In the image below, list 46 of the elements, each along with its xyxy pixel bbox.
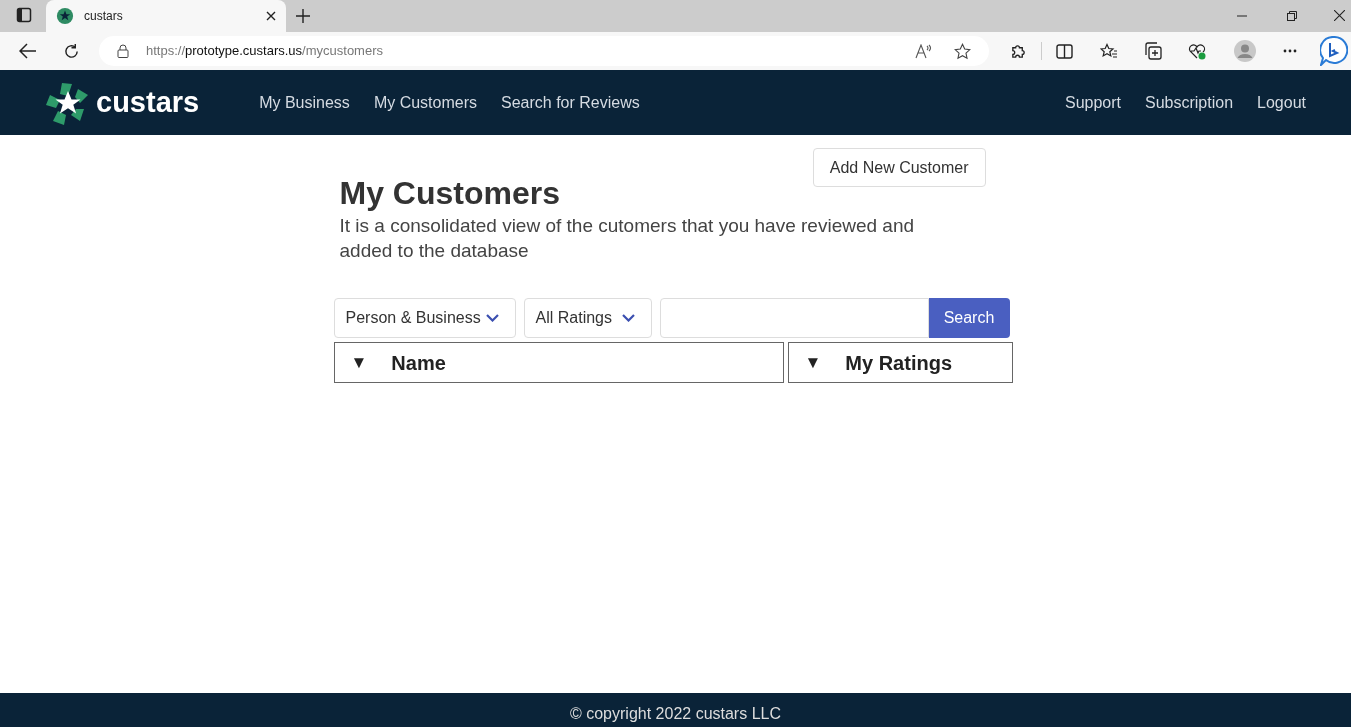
read-aloud-icon[interactable] — [915, 43, 932, 59]
sort-arrow[interactable]: ▼ — [350, 349, 368, 376]
profile-avatar-icon[interactable] — [1234, 40, 1256, 62]
extensions-icon[interactable] — [1010, 42, 1027, 60]
split-screen-icon[interactable] — [1056, 43, 1073, 59]
column-label: Name — [391, 350, 446, 376]
search-field[interactable] — [659, 298, 929, 338]
restore-icon[interactable] — [1287, 11, 1297, 21]
star-icon[interactable] — [954, 42, 971, 60]
nav-link[interactable]: Support — [1064, 90, 1121, 115]
chevron-down-icon — [621, 314, 635, 322]
back-icon[interactable] — [19, 43, 37, 59]
reload-icon[interactable] — [63, 42, 80, 60]
footer-copyright: © copyright 2022 custars LLC — [0, 693, 1351, 727]
page-description: It is a consolidated view of the cutomers that you have reviewed and added to the database — [339, 214, 916, 263]
close-icon[interactable] — [266, 11, 276, 21]
address-bar[interactable]: https://prototype.custars.us/mycustomers — [99, 36, 989, 66]
new-tab-icon[interactable] — [296, 9, 310, 23]
nav-link[interactable]: Subscription — [1145, 90, 1234, 115]
collections-icon[interactable] — [1144, 42, 1162, 60]
column-header[interactable]: ▼ Name — [333, 342, 784, 383]
logo-text[interactable]: custars — [96, 88, 200, 117]
add-customer-button[interactable]: Add New Customer — [812, 148, 986, 187]
page-title: My Customers — [339, 174, 561, 213]
nav-link[interactable]: My Business — [259, 90, 350, 115]
lock-icon — [117, 44, 129, 58]
nav-link[interactable]: My Customers — [373, 90, 477, 115]
heart-check-icon[interactable] — [1188, 42, 1206, 60]
sort-arrow[interactable]: ▼ — [804, 349, 822, 376]
nav-link[interactable]: Search for Reviews — [501, 90, 640, 115]
column-header[interactable]: ▼ My Ratings — [787, 342, 1013, 383]
favorites-icon[interactable] — [1100, 42, 1118, 60]
nav-link[interactable]: Logout — [1257, 90, 1306, 115]
close-window-icon[interactable] — [1334, 10, 1345, 21]
column-label: My Ratings — [845, 350, 952, 376]
tab-actions-icon[interactable] — [16, 7, 32, 23]
browser-tab[interactable]: custars — [46, 0, 286, 32]
chevron-down-icon — [485, 314, 499, 322]
chat-assistant-icon[interactable] — [1320, 36, 1348, 66]
url-text: https://prototype.custars.us/mycustomers — [146, 42, 384, 61]
more-icon[interactable] — [1283, 49, 1297, 53]
filter-dropdown[interactable]: Person & Business — [333, 298, 516, 338]
star-logo-icon — [56, 7, 74, 25]
search-button[interactable]: Search — [928, 298, 1010, 338]
filter-dropdown[interactable]: All Ratings — [523, 298, 652, 338]
tab-title: custars — [84, 8, 124, 25]
